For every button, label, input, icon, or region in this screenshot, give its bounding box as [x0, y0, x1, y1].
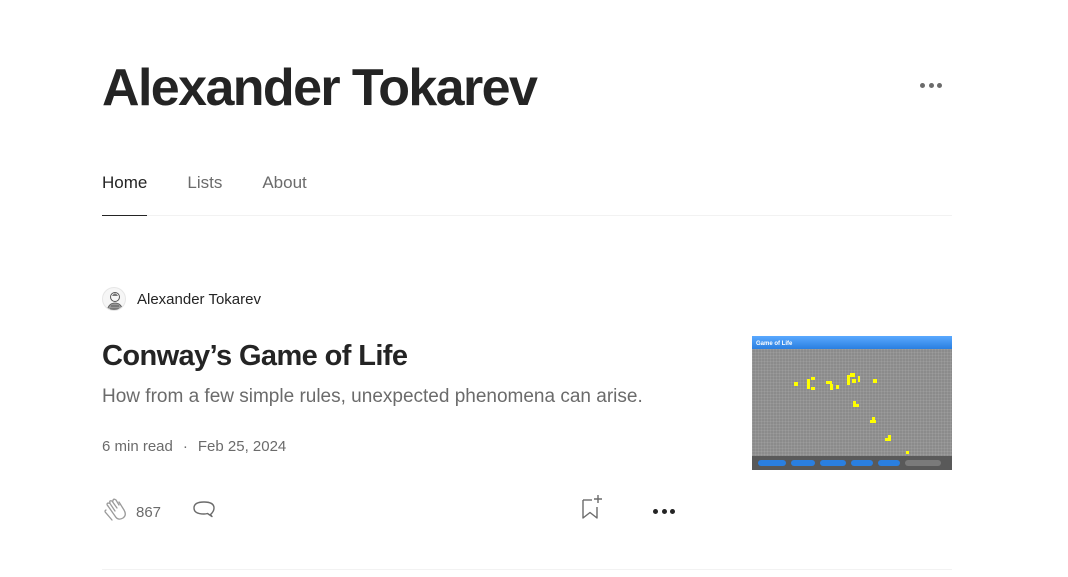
dot [653, 508, 658, 514]
article-meta: 6 min read · Feb 25, 2024 [102, 438, 286, 455]
live-cell [873, 379, 877, 383]
publish-date: Feb 25, 2024 [197, 438, 287, 455]
profile-name[interactable]: Alexander Tokarev [102, 58, 538, 118]
live-cell [850, 373, 855, 377]
dot [937, 82, 942, 88]
live-cell [856, 404, 859, 407]
divider [102, 569, 952, 570]
live-cell [794, 382, 798, 386]
tab-about[interactable]: About [262, 172, 306, 214]
tab-home[interactable]: Home [102, 172, 148, 216]
more-options-icon[interactable] [920, 78, 942, 92]
dot [661, 508, 667, 514]
article-subtitle[interactable]: How from a few simple rules, unexpected … [102, 386, 643, 408]
dot [928, 82, 934, 88]
article-more-icon[interactable] [653, 504, 675, 518]
article-title[interactable]: Conway’s Game of Life [102, 340, 408, 373]
live-cell [830, 384, 833, 390]
read-time: 6 min read [102, 438, 173, 455]
dot [920, 82, 925, 88]
clap-icon [102, 496, 128, 529]
comment-icon[interactable] [192, 497, 216, 526]
article-thumbnail[interactable]: Game of Life [752, 336, 952, 470]
control-button [820, 460, 846, 466]
live-cell [870, 420, 876, 423]
bookmark-add-icon[interactable] [578, 493, 604, 526]
control-button [878, 460, 900, 466]
control-button [791, 460, 815, 466]
author-row[interactable]: Alexander Tokarev [102, 286, 261, 312]
live-cell [811, 377, 815, 380]
game-grid [752, 349, 952, 456]
live-cell [906, 451, 909, 454]
control-slider [905, 460, 941, 466]
control-button [851, 460, 873, 466]
thumbnail-controls [752, 456, 952, 470]
live-cell [885, 438, 889, 441]
control-button [758, 460, 786, 466]
tab-lists[interactable]: Lists [187, 172, 222, 214]
clap-count: 867 [136, 504, 162, 521]
profile-tabs: Home Lists About [102, 172, 952, 216]
meta-separator: · [182, 438, 188, 455]
clap-button[interactable]: 867 [102, 496, 161, 529]
avatar[interactable] [102, 287, 126, 311]
author-name[interactable]: Alexander Tokarev [137, 291, 261, 308]
live-cell [811, 387, 815, 390]
live-cell [858, 376, 860, 382]
live-cell [836, 385, 839, 389]
live-cell [852, 379, 856, 383]
article-actions: 867 [102, 493, 682, 529]
thumbnail-title: Game of Life [752, 336, 952, 349]
profile-page: Alexander Tokarev Home Lists About Alexa… [102, 0, 952, 577]
live-cell [807, 379, 810, 389]
dot [670, 508, 675, 514]
